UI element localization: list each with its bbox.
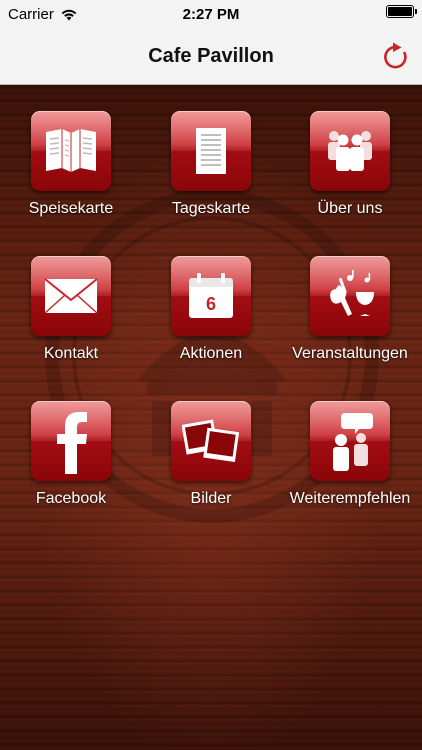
menu-tile-icon-bg	[171, 401, 251, 481]
menu-tile-aktionen[interactable]: 6 Aktionen	[146, 256, 276, 376]
menu-tile-label: Speisekarte	[28, 200, 114, 217]
menu-tile-tageskarte[interactable]: Tageskarte	[146, 111, 276, 231]
menu-tile-label: Aktionen	[179, 345, 243, 362]
calendar-icon: 6	[189, 273, 233, 318]
menu-tile-label: Tageskarte	[171, 200, 251, 217]
menu-tile-icon-bg	[310, 401, 390, 481]
menu-tile-label: Facebook	[35, 490, 107, 507]
refresh-button[interactable]	[380, 41, 412, 73]
menu-tile-icon-bg	[31, 256, 111, 336]
menu-tile-icon-bg: 6	[171, 256, 251, 336]
photos-icon	[182, 419, 240, 462]
menu-tile-label: Bilder	[190, 490, 232, 507]
menu-tile-label: Kontakt	[43, 345, 99, 362]
status-bar: Carrier 2:27 PM	[0, 0, 422, 30]
menu-tile-veranstaltungen[interactable]: Veranstaltungen	[285, 256, 415, 376]
menu-tile-weiterempfehlen[interactable]: Weiterempfehlen	[285, 401, 415, 521]
menu-tile-label: Veranstaltungen	[292, 345, 408, 362]
menu-tile-label: Über uns	[317, 200, 383, 217]
envelope-icon	[44, 278, 98, 314]
calendar-day: 6	[206, 294, 216, 314]
daily-menu-icon	[196, 128, 226, 174]
menu-tile-bilder[interactable]: Bilder	[146, 401, 276, 521]
menu-tile-kontakt[interactable]: Kontakt	[6, 256, 136, 376]
recommend-icon	[333, 413, 373, 471]
menu-tile-facebook[interactable]: Facebook	[6, 401, 136, 521]
refresh-icon	[384, 42, 407, 69]
status-right	[386, 5, 417, 18]
menu-tile-speisekarte[interactable]: Speisekarte	[6, 111, 136, 231]
menu-tile-icon-bg	[310, 256, 390, 336]
main-content: Speisekarte Tageskarte Über uns Kontakt …	[0, 86, 422, 750]
team-icon	[328, 131, 372, 171]
menu-tile-icon-bg	[31, 111, 111, 191]
nav-bar: Cafe Pavillon	[0, 30, 422, 85]
status-time: 2:27 PM	[182, 6, 240, 23]
menu-tile-label: Weiterempfehlen	[289, 490, 411, 507]
menu-tile-icon-bg	[171, 111, 251, 191]
menu-tile-icon-bg	[31, 401, 111, 481]
page-title: Cafe Pavillon	[148, 45, 274, 67]
facebook-icon	[57, 412, 87, 474]
battery-icon	[386, 5, 417, 18]
menu-tile-ueber-uns[interactable]: Über uns	[285, 111, 415, 231]
menu-tile-icon-bg	[310, 111, 390, 191]
events-icon	[330, 270, 374, 316]
menu-book-icon	[46, 129, 96, 172]
